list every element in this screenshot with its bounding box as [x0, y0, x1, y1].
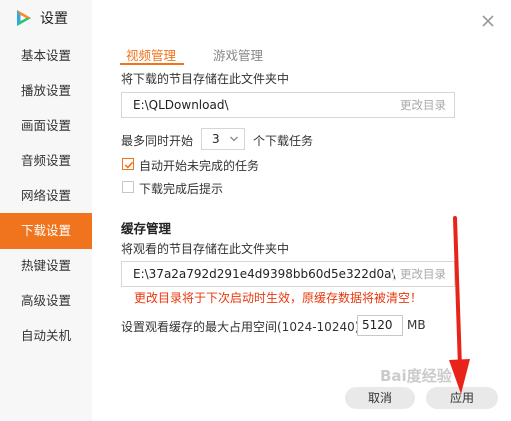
close-icon[interactable] — [479, 12, 497, 30]
sidebar-item-picture[interactable]: 画面设置 — [0, 108, 92, 144]
sidebar-item-advanced[interactable]: 高级设置 — [0, 283, 92, 319]
tencent-video-logo-icon — [17, 10, 31, 26]
cache-dir-value: E:\37a2a792d291e4d9398bb60d5e322d0a\ — [133, 267, 396, 281]
cache-section-title: 缓存管理 — [121, 221, 172, 236]
max-downloads-value: 3 — [212, 132, 220, 146]
sidebar-item-download[interactable]: 下载设置 — [0, 213, 92, 249]
chevron-down-icon — [230, 136, 238, 142]
cache-size-label: 设置观看缓存的最大占用空间(1024-10240) — [121, 320, 360, 334]
sidebar: 设置 基本设置 播放设置 画面设置 音频设置 网络设置 下载设置 热键设置 高级… — [0, 0, 92, 421]
sidebar-item-playback[interactable]: 播放设置 — [0, 73, 92, 109]
notify-done-checkbox[interactable] — [122, 181, 134, 193]
notify-done-label: 下载完成后提示 — [139, 182, 224, 196]
sidebar-item-network[interactable]: 网络设置 — [0, 178, 92, 214]
max-downloads-prefix: 最多同时开始 — [121, 134, 194, 148]
window-title: 设置 — [40, 11, 68, 27]
active-tab-indicator — [120, 63, 184, 65]
cache-dir-field: E:\37a2a792d291e4d9398bb60d5e322d0a\ 更改目… — [121, 261, 455, 287]
download-change-dir-button[interactable]: 更改目录 — [400, 93, 446, 117]
tab-game-management[interactable]: 游戏管理 — [213, 45, 263, 64]
watermark: Bai度经验 — [380, 367, 452, 385]
sidebar-item-auto-shutdown[interactable]: 自动关机 — [0, 318, 92, 354]
brand: 设置 — [14, 8, 68, 28]
max-downloads-suffix: 个下载任务 — [253, 134, 314, 148]
divider — [393, 267, 394, 281]
apply-button[interactable]: 应用 — [426, 387, 498, 409]
cancel-button[interactable]: 取消 — [345, 387, 415, 409]
settings-window: 设置 基本设置 播放设置 画面设置 音频设置 网络设置 下载设置 热键设置 高级… — [0, 0, 511, 421]
cache-size-value: 5120 — [362, 318, 393, 332]
sidebar-item-audio[interactable]: 音频设置 — [0, 143, 92, 179]
tab-video-management[interactable]: 视频管理 — [126, 45, 176, 64]
check-icon — [124, 161, 134, 169]
auto-start-checkbox[interactable] — [122, 158, 134, 170]
auto-start-label: 自动开始未完成的任务 — [139, 159, 260, 173]
download-dir-label: 将下载的节目存储在此文件夹中 — [121, 72, 290, 86]
cache-dir-label: 将观看的节目存储在此文件夹中 — [121, 242, 290, 256]
cache-size-input[interactable]: 5120 — [357, 315, 403, 336]
download-dir-field: E:\QLDownload\ 更改目录 — [121, 92, 455, 118]
sidebar-item-hotkeys[interactable]: 热键设置 — [0, 248, 92, 284]
cache-change-dir-button[interactable]: 更改目录 — [400, 262, 446, 286]
max-downloads-select[interactable]: 3 — [201, 128, 245, 150]
download-dir-value: E:\QLDownload\ — [133, 98, 229, 112]
sidebar-item-basic[interactable]: 基本设置 — [0, 38, 92, 74]
cache-warning-text: 更改目录将于下次启动时生效，原缓存数据将被清空！ — [134, 291, 423, 305]
cache-size-unit: MB — [407, 318, 426, 332]
